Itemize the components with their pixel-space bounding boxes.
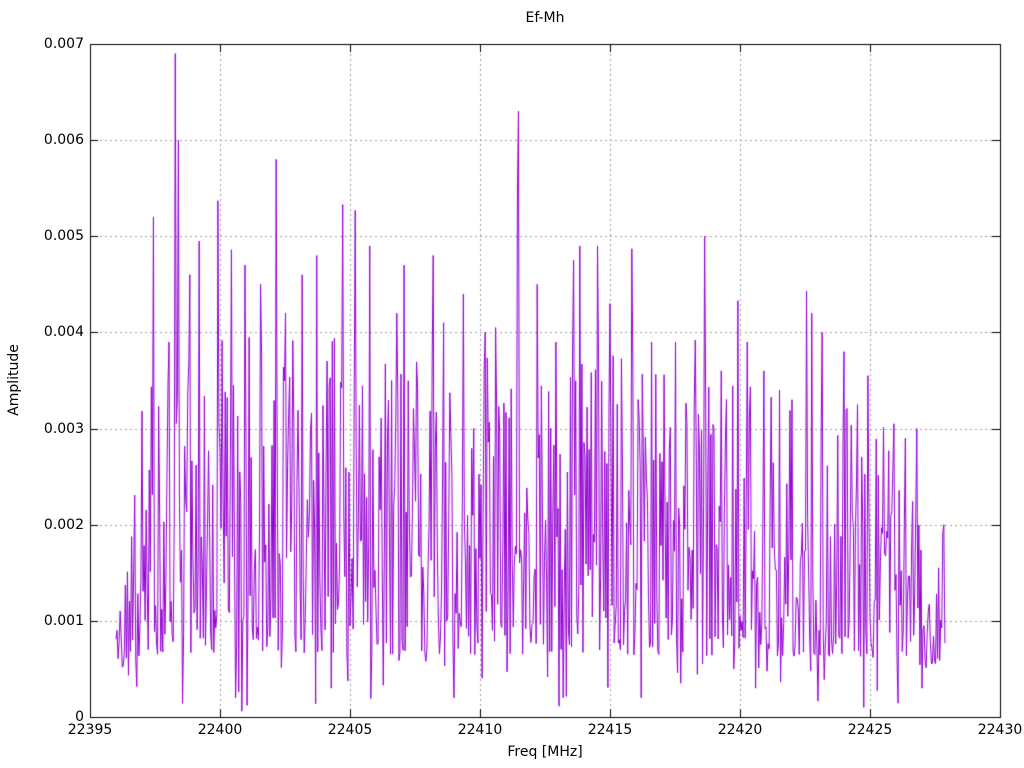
y-tick-label: 0.005 xyxy=(43,228,84,244)
gnuplot-figure: Ef-Mh Amplitude Freq [MHz] 0 0.001 0.002 0.… xyxy=(0,0,1024,768)
x-tick-label: 22420 xyxy=(717,722,763,738)
x-tick-label: 22425 xyxy=(847,722,893,738)
y-tick-label: 0.006 xyxy=(43,132,84,148)
x-tick-label: 22430 xyxy=(977,722,1023,738)
y-axis-label: Amplitude xyxy=(6,344,22,416)
x-tick-label: 22415 xyxy=(587,722,633,738)
x-tick-label: 22395 xyxy=(67,722,113,738)
y-tick-label: 0.001 xyxy=(43,613,84,629)
y-tick-label: 0.007 xyxy=(43,36,84,52)
x-axis-label: Freq [MHz] xyxy=(507,744,583,760)
plot-area xyxy=(0,0,1024,768)
y-tick-label: 0.002 xyxy=(43,517,84,533)
x-tick-label: 22405 xyxy=(327,722,373,738)
chart-title: Ef-Mh xyxy=(525,10,565,26)
y-tick-label: 0.003 xyxy=(43,421,84,437)
x-tick-label: 22410 xyxy=(457,722,503,738)
x-tick-label: 22400 xyxy=(197,722,243,738)
y-tick-label: 0.004 xyxy=(43,324,84,340)
